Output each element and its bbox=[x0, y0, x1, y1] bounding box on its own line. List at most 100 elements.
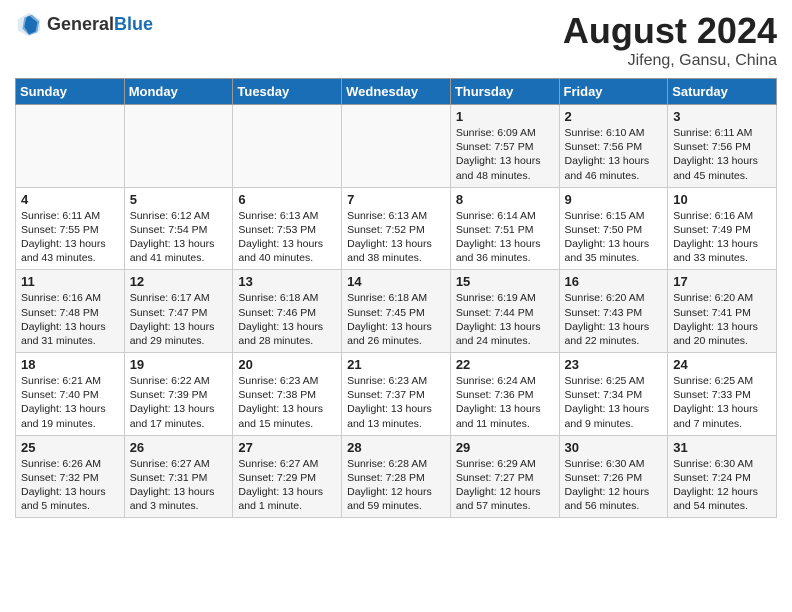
logo-icon bbox=[15, 10, 43, 38]
day-info-line: Sunrise: 6:14 AM bbox=[456, 209, 554, 223]
location-subtitle: Jifeng, Gansu, China bbox=[563, 52, 777, 70]
day-info-line: Sunrise: 6:28 AM bbox=[347, 457, 445, 471]
title-area: August 2024 Jifeng, Gansu, China bbox=[563, 10, 777, 70]
day-info-line: Sunrise: 6:09 AM bbox=[456, 126, 554, 140]
calendar-cell: 28Sunrise: 6:28 AMSunset: 7:28 PMDayligh… bbox=[342, 435, 451, 518]
day-number: 14 bbox=[347, 274, 445, 289]
day-number: 10 bbox=[673, 192, 771, 207]
day-number: 6 bbox=[238, 192, 336, 207]
day-info-line: Sunset: 7:41 PM bbox=[673, 306, 771, 320]
day-info-line: Daylight: 13 hours and 40 minutes. bbox=[238, 237, 336, 265]
day-info-line: Sunrise: 6:10 AM bbox=[565, 126, 663, 140]
day-info-line: Sunrise: 6:24 AM bbox=[456, 374, 554, 388]
calendar-cell: 31Sunrise: 6:30 AMSunset: 7:24 PMDayligh… bbox=[668, 435, 777, 518]
calendar-cell: 30Sunrise: 6:30 AMSunset: 7:26 PMDayligh… bbox=[559, 435, 668, 518]
day-number: 18 bbox=[21, 357, 119, 372]
header: GeneralBlue August 2024 Jifeng, Gansu, C… bbox=[15, 10, 777, 70]
day-number: 29 bbox=[456, 440, 554, 455]
day-info-line: Sunset: 7:57 PM bbox=[456, 140, 554, 154]
day-info-line: Daylight: 13 hours and 36 minutes. bbox=[456, 237, 554, 265]
day-header-thursday: Thursday bbox=[450, 79, 559, 105]
calendar-cell: 7Sunrise: 6:13 AMSunset: 7:52 PMDaylight… bbox=[342, 187, 451, 270]
calendar-cell: 8Sunrise: 6:14 AMSunset: 7:51 PMDaylight… bbox=[450, 187, 559, 270]
day-header-saturday: Saturday bbox=[668, 79, 777, 105]
day-info-line: Sunrise: 6:12 AM bbox=[130, 209, 228, 223]
day-number: 17 bbox=[673, 274, 771, 289]
day-info-line: Sunrise: 6:25 AM bbox=[565, 374, 663, 388]
day-info-line: Sunset: 7:54 PM bbox=[130, 223, 228, 237]
calendar-cell: 23Sunrise: 6:25 AMSunset: 7:34 PMDayligh… bbox=[559, 353, 668, 436]
calendar-cell: 14Sunrise: 6:18 AMSunset: 7:45 PMDayligh… bbox=[342, 270, 451, 353]
day-info-line: Daylight: 13 hours and 41 minutes. bbox=[130, 237, 228, 265]
calendar-cell: 16Sunrise: 6:20 AMSunset: 7:43 PMDayligh… bbox=[559, 270, 668, 353]
calendar-cell bbox=[342, 105, 451, 188]
day-info-line: Daylight: 13 hours and 1 minute. bbox=[238, 485, 336, 513]
calendar-week-row: 25Sunrise: 6:26 AMSunset: 7:32 PMDayligh… bbox=[16, 435, 777, 518]
calendar-cell bbox=[233, 105, 342, 188]
day-info-line: Sunset: 7:43 PM bbox=[565, 306, 663, 320]
day-info-line: Sunset: 7:56 PM bbox=[673, 140, 771, 154]
day-info-line: Daylight: 13 hours and 20 minutes. bbox=[673, 320, 771, 348]
day-number: 23 bbox=[565, 357, 663, 372]
day-number: 13 bbox=[238, 274, 336, 289]
day-info-line: Sunrise: 6:17 AM bbox=[130, 291, 228, 305]
day-info-line: Sunrise: 6:25 AM bbox=[673, 374, 771, 388]
day-info-line: Sunrise: 6:30 AM bbox=[565, 457, 663, 471]
day-number: 9 bbox=[565, 192, 663, 207]
calendar-cell: 21Sunrise: 6:23 AMSunset: 7:37 PMDayligh… bbox=[342, 353, 451, 436]
day-info-line: Sunset: 7:52 PM bbox=[347, 223, 445, 237]
calendar-cell: 18Sunrise: 6:21 AMSunset: 7:40 PMDayligh… bbox=[16, 353, 125, 436]
day-number: 15 bbox=[456, 274, 554, 289]
calendar-cell: 10Sunrise: 6:16 AMSunset: 7:49 PMDayligh… bbox=[668, 187, 777, 270]
calendar-cell: 24Sunrise: 6:25 AMSunset: 7:33 PMDayligh… bbox=[668, 353, 777, 436]
day-number: 7 bbox=[347, 192, 445, 207]
day-info-line: Sunset: 7:51 PM bbox=[456, 223, 554, 237]
day-info-line: Sunset: 7:47 PM bbox=[130, 306, 228, 320]
day-info-line: Sunset: 7:36 PM bbox=[456, 388, 554, 402]
day-info-line: Sunrise: 6:11 AM bbox=[673, 126, 771, 140]
calendar-header-row: SundayMondayTuesdayWednesdayThursdayFrid… bbox=[16, 79, 777, 105]
calendar-week-row: 4 Sunrise: 6:11 AMSunset: 7:55 PM Daylight… bbox=[16, 187, 777, 270]
day-number: 3 bbox=[673, 109, 771, 124]
day-info-line: Sunset: 7:27 PM bbox=[456, 471, 554, 485]
day-info-line: Daylight: 13 hours and 19 minutes. bbox=[21, 402, 119, 430]
calendar-cell: 13Sunrise: 6:18 AMSunset: 7:46 PMDayligh… bbox=[233, 270, 342, 353]
month-year-title: August 2024 bbox=[563, 10, 777, 52]
day-info-line: Daylight: 13 hours and 15 minutes. bbox=[238, 402, 336, 430]
day-info-line: Daylight: 13 hours and 11 minutes. bbox=[456, 402, 554, 430]
day-info-line: Sunrise: 6:20 AM bbox=[673, 291, 771, 305]
day-info-line: Daylight: 13 hours and 38 minutes. bbox=[347, 237, 445, 265]
calendar-cell: 27Sunrise: 6:27 AMSunset: 7:29 PMDayligh… bbox=[233, 435, 342, 518]
calendar-cell: 5Sunrise: 6:12 AMSunset: 7:54 PMDaylight… bbox=[124, 187, 233, 270]
day-info-line: Sunrise: 6:23 AM bbox=[347, 374, 445, 388]
day-number: 31 bbox=[673, 440, 771, 455]
day-info-line: Sunset: 7:45 PM bbox=[347, 306, 445, 320]
day-header-tuesday: Tuesday bbox=[233, 79, 342, 105]
day-info-line: Sunrise: 6:20 AM bbox=[565, 291, 663, 305]
logo-blue-text: Blue bbox=[114, 14, 153, 34]
day-info-line: Daylight: 13 hours and 24 minutes. bbox=[456, 320, 554, 348]
calendar-cell: 3Sunrise: 6:11 AMSunset: 7:56 PMDaylight… bbox=[668, 105, 777, 188]
day-info-line: Sunrise: 6:16 AM bbox=[673, 209, 771, 223]
day-info-line: Sunset: 7:29 PM bbox=[238, 471, 336, 485]
calendar-cell: 9Sunrise: 6:15 AMSunset: 7:50 PMDaylight… bbox=[559, 187, 668, 270]
day-header-sunday: Sunday bbox=[16, 79, 125, 105]
day-header-wednesday: Wednesday bbox=[342, 79, 451, 105]
day-info-line: Sunrise: 6:30 AM bbox=[673, 457, 771, 471]
day-number: 25 bbox=[21, 440, 119, 455]
calendar-cell: 22 Sunrise: 6:24 AMSunset: 7:36 PMDayligh… bbox=[450, 353, 559, 436]
day-info-line: Daylight: 13 hours and 26 minutes. bbox=[347, 320, 445, 348]
day-info-line: Daylight: 13 hours and 31 minutes. bbox=[21, 320, 119, 348]
day-info-line: Sunset: 7:24 PM bbox=[673, 471, 771, 485]
calendar-cell bbox=[16, 105, 125, 188]
day-number: 12 bbox=[130, 274, 228, 289]
day-number: 20 bbox=[238, 357, 336, 372]
day-info-line: Sunset: 7:55 PM bbox=[21, 223, 119, 237]
day-info-line: Sunrise: 6:29 AM bbox=[456, 457, 554, 471]
day-number: 4 bbox=[21, 192, 119, 207]
calendar-cell: 11Sunrise: 6:16 AMSunset: 7:48 PMDayligh… bbox=[16, 270, 125, 353]
day-info-line: Sunset: 7:31 PM bbox=[130, 471, 228, 485]
day-info-line: Sunset: 7:38 PM bbox=[238, 388, 336, 402]
day-info-line: Sunrise: 6:11 AM bbox=[21, 209, 119, 223]
day-number: 22 bbox=[456, 357, 554, 372]
